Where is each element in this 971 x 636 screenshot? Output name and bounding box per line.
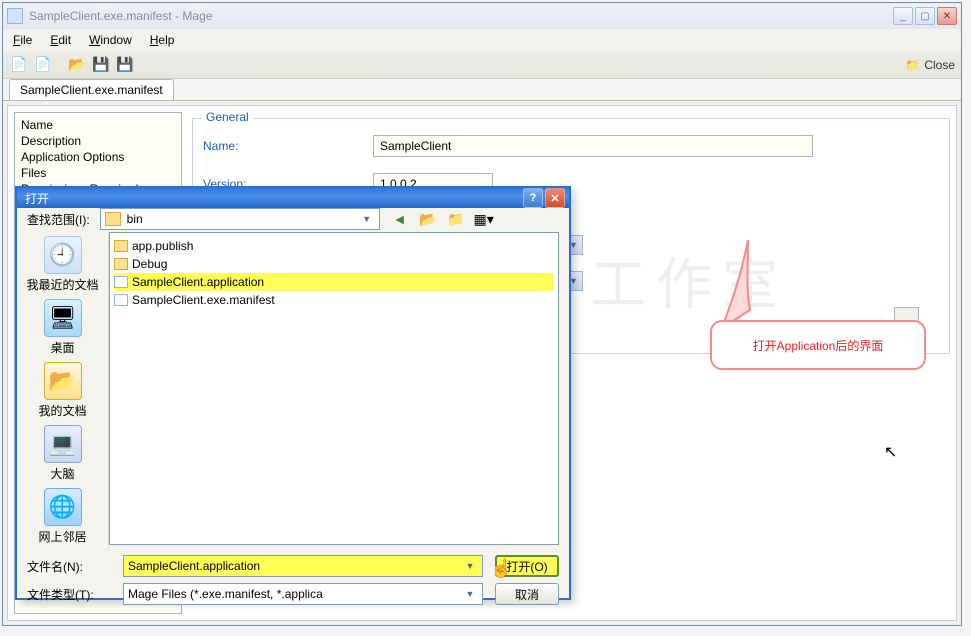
file-icon xyxy=(114,276,128,288)
window-title: SampleClient.exe.manifest - Mage xyxy=(29,9,893,23)
sidebar-item-description[interactable]: Description xyxy=(19,133,177,149)
place-mydocs-label: 我的文档 xyxy=(23,402,103,419)
menubar: File Edit Window Help xyxy=(3,29,961,51)
menu-window[interactable]: Window xyxy=(89,33,132,47)
sidebar-item-name[interactable]: Name xyxy=(19,117,177,133)
cancel-button[interactable]: 取消 xyxy=(495,583,559,605)
filetype-label: 文件类型(T): xyxy=(27,586,111,603)
list-item[interactable]: app.publish xyxy=(114,237,554,255)
file-name: app.publish xyxy=(132,239,193,253)
lookin-value: bin xyxy=(127,212,143,226)
file-icon xyxy=(114,294,128,306)
new2-icon[interactable]: 📄 xyxy=(33,55,53,75)
filename-input[interactable]: SampleClient.application ▼ xyxy=(123,555,483,577)
computer-icon: 💻 xyxy=(44,425,82,463)
dialog-close-button[interactable]: ✕ xyxy=(545,188,565,208)
document-tab[interactable]: SampleClient.exe.manifest xyxy=(9,79,174,100)
menu-edit[interactable]: Edit xyxy=(50,33,71,47)
close-tab-button[interactable]: 📁 Close xyxy=(905,58,955,72)
place-computer[interactable]: 💻 大脑 xyxy=(23,425,103,482)
file-list[interactable]: app.publish Debug SampleClient.applicati… xyxy=(109,232,559,545)
chevron-down-icon: ▼ xyxy=(359,214,375,224)
file-name: SampleClient.exe.manifest xyxy=(132,293,275,307)
app-icon xyxy=(7,8,23,24)
place-desktop[interactable]: 🖥 桌面 xyxy=(23,299,103,356)
filetype-input[interactable]: Mage Files (*.exe.manifest, *.applica ▼ xyxy=(123,583,483,605)
saveall-icon[interactable]: 💾 xyxy=(115,55,135,75)
dialog-help-button[interactable]: ? xyxy=(523,188,543,208)
close-folder-icon: 📁 xyxy=(905,58,920,72)
recent-icon: 🕘 xyxy=(44,236,82,274)
close-button[interactable]: ✕ xyxy=(937,7,957,25)
file-name: SampleClient.application xyxy=(132,275,264,289)
chevron-down-icon: ▼ xyxy=(462,589,478,599)
chevron-down-icon: ▼ xyxy=(462,561,478,571)
up-icon[interactable]: 📂 xyxy=(418,209,438,229)
place-desktop-label: 桌面 xyxy=(23,339,103,356)
sidebar-item-files[interactable]: Files xyxy=(19,165,177,181)
titlebar[interactable]: SampleClient.exe.manifest - Mage _ ▢ ✕ xyxy=(3,3,961,29)
dialog-body: 🕘 我最近的文档 🖥 桌面 📂 我的文档 💻 大脑 🌐 网上邻居 app.publish … xyxy=(17,230,569,551)
dialog-titlebar[interactable]: 打开 ? ✕ xyxy=(17,188,569,208)
name-label: Name: xyxy=(203,139,373,153)
places-bar: 🕘 我最近的文档 🖥 桌面 📂 我的文档 💻 大脑 🌐 网上邻居 xyxy=(17,230,109,551)
desktop-icon: 🖥 xyxy=(44,299,82,337)
filetype-value: Mage Files (*.exe.manifest, *.applica xyxy=(128,587,323,601)
place-computer-label: 大脑 xyxy=(23,465,103,482)
minimize-button[interactable]: _ xyxy=(893,7,913,25)
place-mydocs[interactable]: 📂 我的文档 xyxy=(23,362,103,419)
place-recent[interactable]: 🕘 我最近的文档 xyxy=(23,236,103,293)
filename-label: 文件名(N): xyxy=(27,558,111,575)
folder-icon xyxy=(105,212,121,226)
save-icon[interactable]: 💾 xyxy=(91,55,111,75)
file-name: Debug xyxy=(132,257,167,271)
open-file-dialog: 打开 ? ✕ 查找范围(I): bin ▼ ◄ 📂 📁 ▦▾ 🕘 我最近的文档 🖥… xyxy=(15,186,571,600)
name-input[interactable]: SampleClient xyxy=(373,135,813,157)
place-network-label: 网上邻居 xyxy=(23,528,103,545)
cursor-hand-icon: ☝️ xyxy=(490,558,512,579)
network-icon: 🌐 xyxy=(44,488,82,526)
menu-file[interactable]: File xyxy=(13,33,32,47)
sidebar-item-appoptions[interactable]: Application Options xyxy=(19,149,177,165)
place-network[interactable]: 🌐 网上邻居 xyxy=(23,488,103,545)
list-item[interactable]: Debug xyxy=(114,255,554,273)
dialog-lookin-row: 查找范围(I): bin ▼ ◄ 📂 📁 ▦▾ xyxy=(17,208,569,230)
lookin-combo[interactable]: bin ▼ xyxy=(100,208,380,230)
general-legend: General xyxy=(202,110,253,124)
mydocs-icon: 📂 xyxy=(44,362,82,400)
open-icon[interactable]: 📂 xyxy=(67,55,87,75)
toolbar: 📄 📄 📂 💾 💾 📁 Close xyxy=(3,51,961,79)
folder-icon xyxy=(114,240,128,252)
new-icon[interactable]: 📄 xyxy=(9,55,29,75)
dialog-title: 打开 xyxy=(21,190,521,207)
back-icon[interactable]: ◄ xyxy=(390,209,410,229)
document-tabs: SampleClient.exe.manifest xyxy=(3,79,961,101)
dialog-bottom: 文件名(N): SampleClient.application▼ 打开(O) … xyxy=(17,551,569,623)
filename-value: SampleClient.application xyxy=(128,559,260,573)
callout-bubble: 打开Application后的界面 xyxy=(710,320,926,370)
callout-text: 打开Application后的界面 xyxy=(753,337,884,354)
views-icon[interactable]: ▦▾ xyxy=(474,209,494,229)
folder-icon xyxy=(114,258,128,270)
close-tab-label: Close xyxy=(924,58,955,72)
maximize-button[interactable]: ▢ xyxy=(915,7,935,25)
newfolder-icon[interactable]: 📁 xyxy=(446,209,466,229)
list-item-selected[interactable]: SampleClient.application xyxy=(114,273,554,291)
menu-help[interactable]: Help xyxy=(150,33,175,47)
lookin-label: 查找范围(I): xyxy=(27,211,90,228)
list-item[interactable]: SampleClient.exe.manifest xyxy=(114,291,554,309)
place-recent-label: 我最近的文档 xyxy=(23,276,103,293)
cursor-arrow-icon: ↖ xyxy=(884,442,897,462)
callout-tail xyxy=(720,240,776,330)
